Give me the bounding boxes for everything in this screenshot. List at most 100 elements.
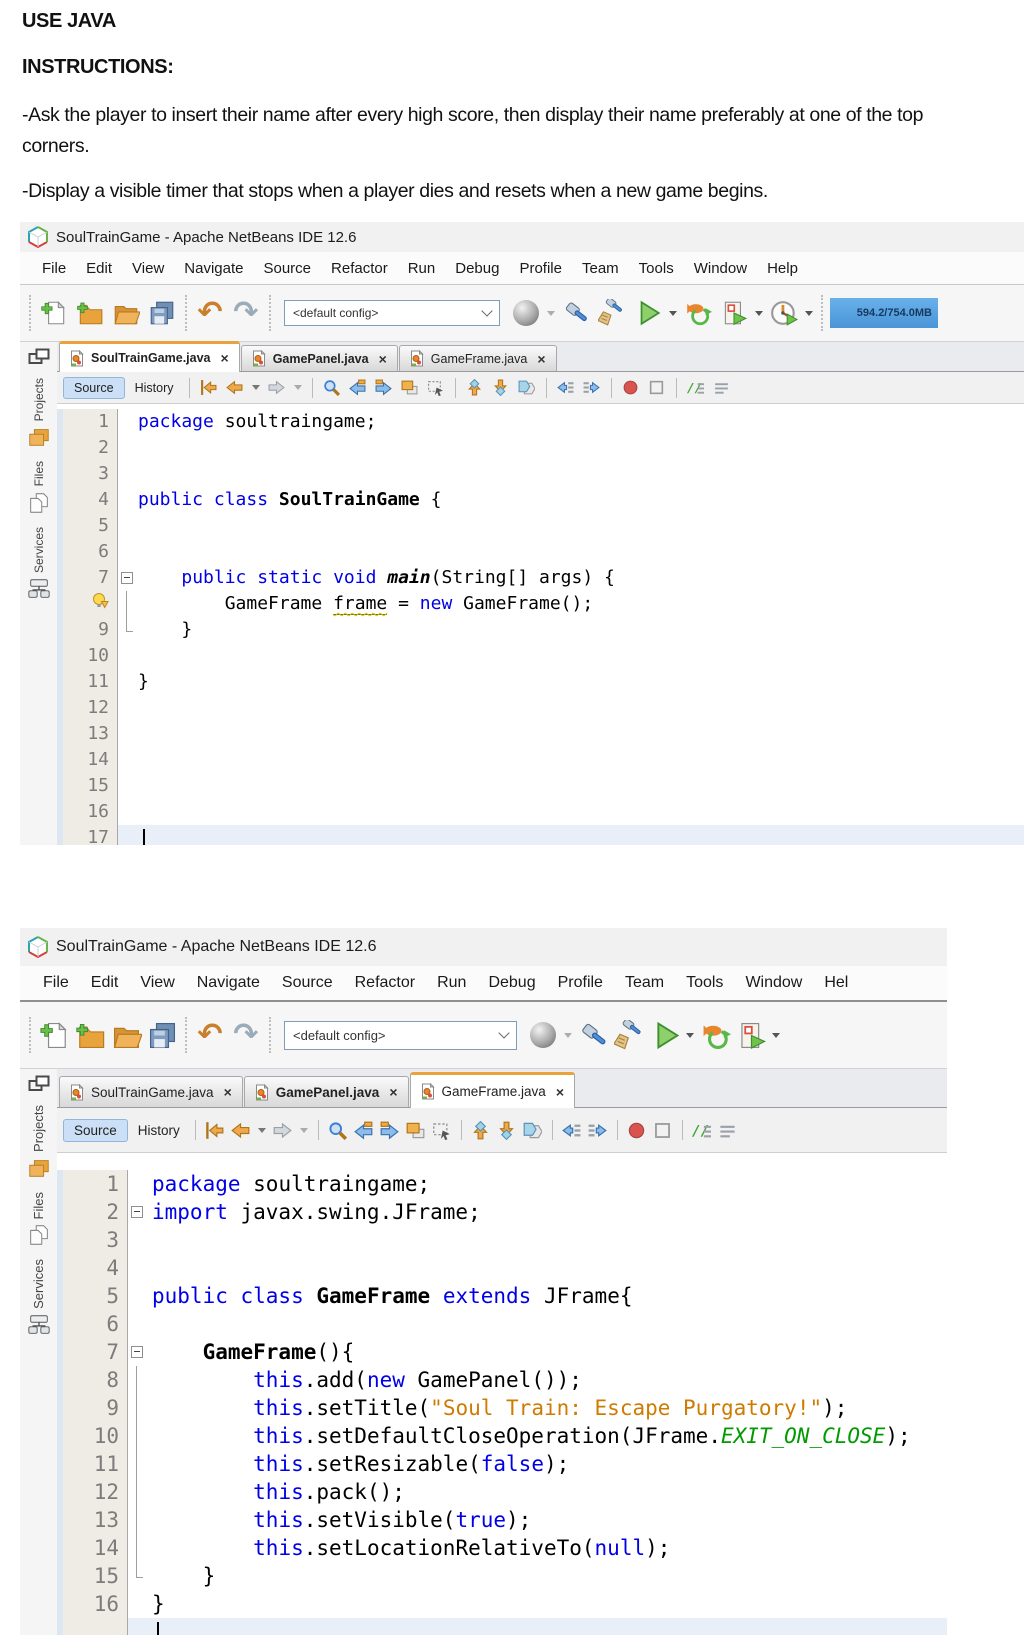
- run-project-button[interactable]: [647, 1016, 683, 1054]
- code-line[interactable]: 10: [57, 643, 1024, 669]
- close-icon[interactable]: ×: [537, 351, 545, 367]
- code-line[interactable]: 4 public class SoulTrainGame {: [57, 487, 1024, 513]
- line-number-gutter[interactable]: 12: [63, 695, 118, 721]
- code-line[interactable]: 14: [57, 747, 1024, 773]
- uncomment-button[interactable]: [710, 376, 734, 400]
- new-file-button[interactable]: [36, 294, 72, 332]
- code-line[interactable]: 4: [57, 1254, 947, 1282]
- forward-button[interactable]: [271, 1118, 295, 1142]
- start-macro-recording-button[interactable]: [625, 1118, 649, 1142]
- redo-button[interactable]: ↷: [228, 294, 264, 332]
- toggle-highlight-button[interactable]: [515, 376, 539, 400]
- line-number-gutter[interactable]: 5: [63, 1282, 128, 1310]
- code-line[interactable]: 13: [57, 721, 1024, 747]
- line-number-gutter[interactable]: 7: [63, 565, 118, 591]
- close-icon[interactable]: ×: [221, 350, 229, 366]
- config-selector[interactable]: <default config>: [284, 300, 500, 326]
- close-icon[interactable]: ×: [379, 351, 387, 367]
- code-line[interactable]: 17: [57, 825, 1024, 845]
- menu-item-source[interactable]: Source: [253, 260, 321, 277]
- profile-project-button[interactable]: [733, 1016, 769, 1054]
- dropdown-arrow-icon[interactable]: [257, 1127, 266, 1133]
- clock-button[interactable]: [766, 294, 802, 332]
- dropdown-arrow-icon[interactable]: [669, 310, 677, 316]
- profile-project-button[interactable]: [716, 294, 752, 332]
- uncomment-button[interactable]: [716, 1118, 740, 1142]
- line-number-gutter[interactable]: 15: [63, 773, 118, 799]
- menu-item-edit[interactable]: Edit: [80, 974, 130, 992]
- menu-item-tools[interactable]: Tools: [629, 260, 684, 277]
- previous-occurrence-button[interactable]: [463, 376, 487, 400]
- menu-item-team[interactable]: Team: [614, 974, 675, 992]
- code-fold-start-icon[interactable]: [118, 565, 138, 591]
- line-number-gutter[interactable]: 14: [63, 1534, 128, 1562]
- menu-item-navigate[interactable]: Navigate: [186, 974, 271, 992]
- code-line[interactable]: 3: [57, 461, 1024, 487]
- code-line[interactable]: 13 this.setVisible(true);: [57, 1506, 947, 1534]
- last-edit-position-button[interactable]: [197, 376, 221, 400]
- run-project-button[interactable]: [630, 294, 666, 332]
- dropdown-arrow-icon[interactable]: [251, 385, 260, 390]
- globe-button[interactable]: [525, 1016, 561, 1054]
- code-line[interactable]: 11}: [57, 669, 1024, 695]
- menu-item-file[interactable]: File: [32, 974, 80, 992]
- debug-project-button[interactable]: [697, 1016, 733, 1054]
- clean-build-button[interactable]: [594, 294, 630, 332]
- forward-button[interactable]: [265, 376, 289, 400]
- line-number-gutter[interactable]: 10: [63, 643, 118, 669]
- menu-item-view[interactable]: View: [122, 260, 174, 277]
- code-line[interactable]: 9 this.setTitle("Soul Train: Escape Purg…: [57, 1394, 947, 1422]
- menu-item-profile[interactable]: Profile: [509, 260, 572, 277]
- code-line[interactable]: 2: [57, 435, 1024, 461]
- config-selector[interactable]: <default config>: [284, 1020, 517, 1050]
- new-file-button[interactable]: [36, 1016, 72, 1054]
- tab-gameframe-java[interactable]: GameFrame.java ×: [409, 1072, 575, 1108]
- shift-left-button[interactable]: [560, 1118, 584, 1142]
- menu-item-team[interactable]: Team: [572, 260, 629, 277]
- next-occurrence-button[interactable]: [489, 376, 513, 400]
- sidebar-item-projects[interactable]: Projects: [27, 378, 51, 449]
- last-edit-position-button[interactable]: [203, 1118, 227, 1142]
- code-editor[interactable]: 1 package soultraingame; 2 3 4 public class S…: [57, 404, 1024, 845]
- line-number-gutter[interactable]: 15: [63, 1562, 128, 1590]
- code-line[interactable]: [57, 1618, 947, 1635]
- menu-item-edit[interactable]: Edit: [76, 260, 122, 277]
- menu-item-debug[interactable]: Debug: [445, 260, 509, 277]
- line-number-gutter[interactable]: [63, 1618, 128, 1635]
- code-line[interactable]: 9 }: [57, 617, 1024, 643]
- shift-right-button[interactable]: [586, 1118, 610, 1142]
- menu-item-debug[interactable]: Debug: [477, 974, 546, 992]
- line-number-gutter[interactable]: 11: [63, 669, 118, 695]
- dropdown-arrow-icon[interactable]: [564, 1032, 572, 1038]
- code-line[interactable]: 1 package soultraingame;: [57, 409, 1024, 435]
- tab-gamepanel-java[interactable]: GamePanel.java ×: [240, 345, 398, 371]
- code-line[interactable]: 5: [57, 513, 1024, 539]
- code-line[interactable]: 11 this.setResizable(false);: [57, 1450, 947, 1478]
- line-number-gutter[interactable]: 4: [63, 1254, 128, 1282]
- line-number-gutter[interactable]: 1: [63, 409, 118, 435]
- tab-soultraingame-java[interactable]: SoulTrainGame.java ×: [59, 1076, 243, 1107]
- close-icon[interactable]: ×: [556, 1084, 564, 1100]
- save-all-button[interactable]: [144, 294, 180, 332]
- window-position-icon[interactable]: [28, 1075, 50, 1093]
- find-selection-button[interactable]: [326, 1118, 350, 1142]
- line-number-gutter[interactable]: 13: [63, 721, 118, 747]
- find-selection-button[interactable]: [320, 376, 344, 400]
- history-view-button[interactable]: History: [127, 378, 182, 398]
- rectangular-selection-button[interactable]: [430, 1118, 454, 1142]
- open-project-button[interactable]: [108, 294, 144, 332]
- memory-badge[interactable]: 594.2/754.0MB: [830, 298, 938, 328]
- next-bookmark-button[interactable]: [372, 376, 396, 400]
- line-number-gutter[interactable]: 3: [63, 461, 118, 487]
- back-button[interactable]: [229, 1118, 253, 1142]
- line-number-gutter[interactable]: 17: [63, 825, 118, 845]
- code-line[interactable]: 14 this.setLocationRelativeTo(null);: [57, 1534, 947, 1562]
- line-number-gutter[interactable]: 5: [63, 513, 118, 539]
- menu-item-run[interactable]: Run: [426, 974, 477, 992]
- dropdown-arrow-icon[interactable]: [299, 1127, 308, 1133]
- save-all-button[interactable]: [144, 1016, 180, 1054]
- next-bookmark-button[interactable]: [378, 1118, 402, 1142]
- toggle-highlight-button[interactable]: [521, 1118, 545, 1142]
- previous-bookmark-button[interactable]: [352, 1118, 376, 1142]
- dropdown-arrow-icon[interactable]: [293, 385, 302, 390]
